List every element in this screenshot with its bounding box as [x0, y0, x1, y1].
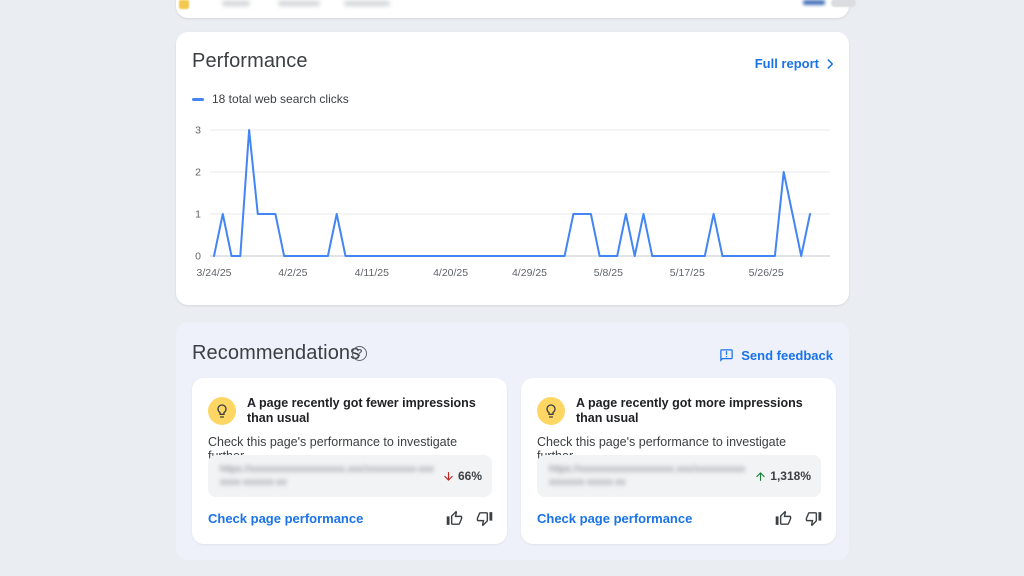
url-pill: https://xxxxxxxxxxxxxxxxxxx.xxx/xxxxxxxx… — [208, 455, 492, 497]
change-value: 66% — [458, 469, 482, 483]
recommendation-headline: A page recently got fewer impressions th… — [247, 396, 493, 426]
svg-text:2: 2 — [195, 167, 201, 179]
blurred-notice-text — [278, 1, 320, 6]
full-report-link[interactable]: Full report — [755, 56, 837, 71]
blurred-url-line: xxxx-xxxxxx-xx — [220, 476, 434, 489]
recommendations-title: Recommendations — [192, 342, 360, 365]
chevron-right-icon — [823, 57, 837, 71]
svg-text:5/8/25: 5/8/25 — [594, 267, 623, 279]
blurred-url-line: https://xxxxxxxxxxxxxxxxxxx.xxx/xxxxxxxx… — [220, 463, 434, 476]
svg-text:5/26/25: 5/26/25 — [749, 267, 784, 279]
thumbs-up-button[interactable] — [446, 510, 463, 527]
help-icon[interactable]: ? — [352, 346, 367, 361]
blurred-url: https://xxxxxxxxxxxxxxxxxxx.xxx/xxxxxxxx… — [220, 463, 434, 489]
recommendation-header: A page recently got fewer impressions th… — [208, 396, 493, 426]
send-feedback-link[interactable]: Send feedback — [719, 348, 833, 363]
top-notice-card — [176, 0, 849, 18]
svg-text:4/11/25: 4/11/25 — [355, 267, 389, 279]
arrow-up-icon — [754, 470, 767, 483]
lightbulb-icon — [537, 397, 565, 425]
thumbs-down-button[interactable] — [476, 510, 493, 527]
svg-text:4/2/25: 4/2/25 — [278, 267, 307, 279]
feedback-icon — [719, 348, 734, 363]
feedback-thumbs — [775, 510, 822, 527]
recommendations-panel: Recommendations ? Send feedback A page r… — [176, 322, 849, 560]
send-feedback-label: Send feedback — [741, 348, 833, 363]
svg-text:3: 3 — [195, 125, 201, 137]
blurred-notice-text — [222, 1, 250, 6]
arrow-down-icon — [442, 470, 455, 483]
svg-text:0: 0 — [195, 251, 201, 263]
svg-text:1: 1 — [195, 209, 201, 221]
thumbs-down-button[interactable] — [805, 510, 822, 527]
change-indicator: 1,318% — [754, 469, 811, 483]
full-report-label: Full report — [755, 56, 819, 71]
svg-text:5/17/25: 5/17/25 — [670, 267, 705, 279]
legend-label: 18 total web search clicks — [212, 92, 349, 106]
performance-card: Performance Full report 18 total web sea… — [176, 32, 849, 305]
svg-text:3/24/25: 3/24/25 — [196, 267, 231, 279]
change-indicator: 66% — [442, 469, 482, 483]
recommendation-card-fewer-impressions: A page recently got fewer impressions th… — [192, 378, 507, 544]
svg-text:4/20/25: 4/20/25 — [433, 267, 468, 279]
performance-title: Performance — [192, 50, 308, 73]
svg-text:4/29/25: 4/29/25 — [512, 267, 547, 279]
recommendation-footer: Check page performance — [208, 510, 493, 527]
check-page-performance-link[interactable]: Check page performance — [208, 511, 363, 526]
recommendation-footer: Check page performance — [537, 510, 822, 527]
change-value: 1,318% — [770, 469, 811, 483]
lightbulb-icon — [208, 397, 236, 425]
url-pill: https://xxxxxxxxxxxxxxxxxxx.xxx/xxxxxxxx… — [537, 455, 821, 497]
notice-icon — [179, 0, 189, 9]
top-notice-button[interactable] — [831, 0, 856, 7]
top-notice-link[interactable] — [803, 0, 825, 5]
clicks-line-chart-svg: 01233/24/254/2/254/11/254/20/254/29/255/… — [210, 126, 830, 288]
blurred-url: https://xxxxxxxxxxxxxxxxxxx.xxx/xxxxxxxx… — [549, 463, 746, 489]
recommendation-header: A page recently got more impressions tha… — [537, 396, 822, 426]
recommendation-card-more-impressions: A page recently got more impressions tha… — [521, 378, 836, 544]
clicks-chart: 01233/24/254/2/254/11/254/20/254/29/255/… — [210, 126, 830, 288]
blurred-notice-text — [344, 1, 390, 6]
blurred-url-line: https://xxxxxxxxxxxxxxxxxxx.xxx/xxxxxxxx… — [549, 463, 746, 476]
check-page-performance-link[interactable]: Check page performance — [537, 511, 692, 526]
feedback-thumbs — [446, 510, 493, 527]
recommendation-headline: A page recently got more impressions tha… — [576, 396, 822, 426]
legend-line-swatch — [192, 98, 204, 101]
blurred-url-line: xxxxxxx-xxxxx-xx — [549, 476, 746, 489]
thumbs-up-button[interactable] — [775, 510, 792, 527]
chart-legend: 18 total web search clicks — [192, 92, 349, 106]
